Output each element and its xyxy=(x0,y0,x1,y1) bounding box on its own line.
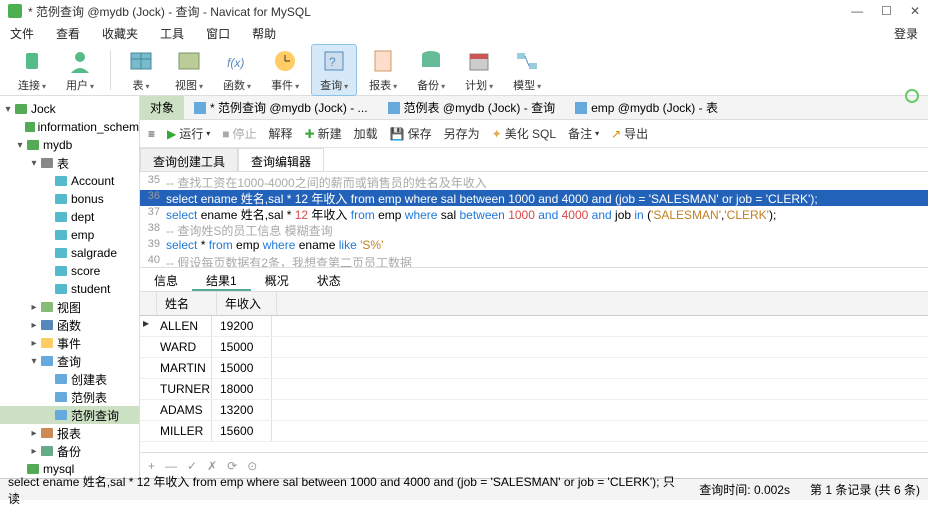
status-count: 第 1 条记录 (共 6 条) xyxy=(810,481,920,498)
rtab-profile[interactable]: 概况 xyxy=(251,268,303,291)
tree-视图[interactable]: ▸视图 xyxy=(0,298,139,316)
rtab-status[interactable]: 状态 xyxy=(303,268,355,291)
nav-prev-icon[interactable]: — xyxy=(165,459,177,473)
svg-text:f(x): f(x) xyxy=(227,56,244,70)
comment-button[interactable]: 备注▾ xyxy=(568,125,599,142)
menu-help[interactable]: 帮助 xyxy=(252,25,276,42)
toolbar-model[interactable]: 模型▾ xyxy=(505,45,549,95)
tree-表[interactable]: ▾表 xyxy=(0,154,139,172)
run-button[interactable]: ▶运行▾ xyxy=(167,125,210,142)
toolbar-query[interactable]: ?查询▾ xyxy=(311,44,357,96)
statusbar: select ename 姓名,sal * 12 年收入 from emp wh… xyxy=(0,478,928,500)
refresh-icon[interactable]: ⟳ xyxy=(227,459,237,473)
app-icon xyxy=(8,4,22,18)
save-button[interactable]: 💾保存 xyxy=(390,125,432,142)
table-row[interactable]: MARTIN15000 xyxy=(140,358,928,379)
tree-information_schem[interactable]: information_schem xyxy=(0,118,139,136)
tab-1[interactable]: * 范例查询 @mydb (Jock) - ... xyxy=(184,96,378,120)
tree-函数[interactable]: ▸函数 xyxy=(0,316,139,334)
col-income[interactable]: 年收入 xyxy=(217,292,277,315)
toolbar-report[interactable]: 报表▾ xyxy=(361,45,405,95)
result-grid[interactable]: 姓名 年收入 ▸ALLEN19200WARD15000MARTIN15000TU… xyxy=(140,292,928,478)
tree-范例查询[interactable]: 范例查询 xyxy=(0,406,139,424)
tree-备份[interactable]: ▸备份 xyxy=(0,442,139,460)
query-actionbar: ≡ ▶运行▾ ■ 停止 解释 ✚新建 加载 💾保存 另存为 ✦美化 SQL 备注… xyxy=(140,120,928,148)
tree-查询[interactable]: ▾查询 xyxy=(0,352,139,370)
tab-3[interactable]: emp @mydb (Jock) - 表 xyxy=(565,96,728,120)
table-row[interactable]: ▸ALLEN19200 xyxy=(140,316,928,337)
editor-line-selected: select ename 姓名,sal * 12 年收入 from emp wh… xyxy=(166,190,818,206)
main-toolbar: 连接▾用户▾ 表▾视图▾f(x)函数▾事件▾?查询▾报表▾备份▾计划▾模型▾ xyxy=(0,44,928,96)
saveas-button[interactable]: 另存为 xyxy=(444,125,480,142)
tree-score[interactable]: score xyxy=(0,262,139,280)
menu-view[interactable]: 查看 xyxy=(56,25,80,42)
status-sql: select ename 姓名,sal * 12 年收入 from emp wh… xyxy=(8,473,679,507)
export-button[interactable]: ↗导出 xyxy=(611,125,648,142)
tab-2[interactable]: 范例表 @mydb (Jock) - 查询 xyxy=(378,96,566,120)
subtab-builder[interactable]: 查询创建工具 xyxy=(140,148,238,171)
tree-salgrade[interactable]: salgrade xyxy=(0,244,139,262)
window-title: * 范例查询 @mydb (Jock) - 查询 - Navicat for M… xyxy=(28,3,851,20)
result-tabs: 信息 结果1 概况 状态 xyxy=(140,268,928,292)
toolbar-fx[interactable]: f(x)函数▾ xyxy=(215,45,259,95)
table-row[interactable]: TURNER18000 xyxy=(140,379,928,400)
menu-window[interactable]: 窗口 xyxy=(206,25,230,42)
nav-cancel-icon[interactable]: ✗ xyxy=(207,459,217,473)
titlebar: * 范例查询 @mydb (Jock) - 查询 - Navicat for M… xyxy=(0,0,928,22)
rtab-info[interactable]: 信息 xyxy=(140,268,192,291)
tree-mydb[interactable]: ▾mydb xyxy=(0,136,139,154)
rtab-result1[interactable]: 结果1 xyxy=(192,268,251,291)
nav-first-icon[interactable]: + xyxy=(148,459,155,473)
load-button[interactable]: 加载 xyxy=(354,125,378,142)
status-time: 查询时间: 0.002s xyxy=(699,481,790,498)
tab-0[interactable]: 对象 xyxy=(140,96,184,120)
document-tabs: 对象* 范例查询 @mydb (Jock) - ...范例表 @mydb (Jo… xyxy=(140,96,928,120)
toolbar-plug[interactable]: 连接▾ xyxy=(10,45,54,95)
minimize-button[interactable]: — xyxy=(851,4,863,18)
toolbar-backup[interactable]: 备份▾ xyxy=(409,45,453,95)
tree-Jock[interactable]: ▾Jock xyxy=(0,100,139,118)
sync-icon[interactable] xyxy=(904,88,922,106)
stop-button[interactable]: ■ 停止 xyxy=(222,125,256,142)
tree-创建表[interactable]: 创建表 xyxy=(0,370,139,388)
table-row[interactable]: ADAMS13200 xyxy=(140,400,928,421)
close-button[interactable]: ✕ xyxy=(910,4,920,18)
new-button[interactable]: ✚新建 xyxy=(305,125,342,142)
menu-tools[interactable]: 工具 xyxy=(160,25,184,42)
tree-dept[interactable]: dept xyxy=(0,208,139,226)
tree-Account[interactable]: Account xyxy=(0,172,139,190)
toolbar-view[interactable]: 视图▾ xyxy=(167,45,211,95)
subtab-editor[interactable]: 查询编辑器 xyxy=(238,148,324,171)
table-row[interactable]: MILLER15600 xyxy=(140,421,928,442)
col-name[interactable]: 姓名 xyxy=(157,292,217,315)
query-subtabs: 查询创建工具 查询编辑器 xyxy=(140,148,928,172)
toolbar-clock[interactable]: 事件▾ xyxy=(263,45,307,95)
sql-editor[interactable]: 35-- 查找工资在1000-4000之间的薪而或销售员的姓名及年收入 36se… xyxy=(140,172,928,268)
tree-student[interactable]: student xyxy=(0,280,139,298)
tree-范例表[interactable]: 范例表 xyxy=(0,388,139,406)
menu-file[interactable]: 文件 xyxy=(10,25,34,42)
tree-bonus[interactable]: bonus xyxy=(0,190,139,208)
tree-报表[interactable]: ▸报表 xyxy=(0,424,139,442)
login-button[interactable]: 登录 xyxy=(894,25,918,42)
menubar: 文件 查看 收藏夹 工具 窗口 帮助 登录 xyxy=(0,22,928,44)
toolbar-table[interactable]: 表▾ xyxy=(119,45,163,95)
tree-emp[interactable]: emp xyxy=(0,226,139,244)
nav-check-icon[interactable]: ✓ xyxy=(187,459,197,473)
explain-button[interactable]: 解释 xyxy=(269,125,293,142)
table-row[interactable]: WARD15000 xyxy=(140,337,928,358)
menu-favorites[interactable]: 收藏夹 xyxy=(102,25,138,42)
svg-text:?: ? xyxy=(329,55,336,69)
maximize-button[interactable]: ☐ xyxy=(881,4,892,18)
tree-事件[interactable]: ▸事件 xyxy=(0,334,139,352)
toolbar-user[interactable]: 用户▾ xyxy=(58,45,102,95)
search-icon[interactable]: ⊙ xyxy=(247,459,257,473)
hamburger-icon[interactable]: ≡ xyxy=(148,127,155,141)
connection-tree[interactable]: ▾Jockinformation_schem▾mydb▾表Accountbonu… xyxy=(0,96,140,478)
toolbar-sched[interactable]: 计划▾ xyxy=(457,45,501,95)
beautify-button[interactable]: ✦美化 SQL xyxy=(492,125,556,142)
